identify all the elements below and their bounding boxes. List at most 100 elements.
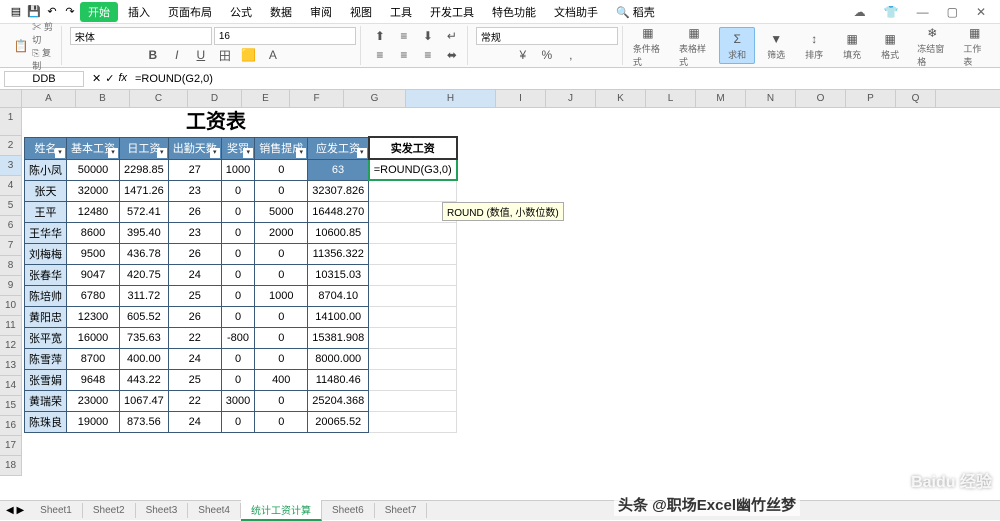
border-icon[interactable]: 田	[214, 46, 236, 64]
cell[interactable]: 26	[168, 201, 221, 222]
cell[interactable]: =ROUND(G3,0)	[369, 159, 457, 180]
sheet-tab[interactable]: Sheet6	[322, 503, 375, 518]
cell[interactable]: 3000	[221, 390, 254, 411]
cell[interactable]: 12480	[67, 201, 120, 222]
cell[interactable]: 16000	[67, 327, 120, 348]
fill-color-icon[interactable]: 🟨	[238, 46, 260, 64]
cell[interactable]: 605.52	[120, 306, 169, 327]
cell[interactable]: 0	[221, 243, 254, 264]
cell[interactable]: 420.75	[120, 264, 169, 285]
cell[interactable]: 0	[255, 327, 308, 348]
table-header[interactable]: 奖罚▾	[221, 137, 254, 159]
cell[interactable]	[369, 264, 457, 285]
table-style-button[interactable]: ▦表格样式	[673, 22, 715, 70]
cell[interactable]: 2298.85	[120, 159, 169, 180]
cell[interactable]: 王平	[25, 201, 67, 222]
cell[interactable]: 11356.322	[308, 243, 369, 264]
align-mid-icon[interactable]: ≡	[393, 27, 415, 45]
filter-icon[interactable]: ▾	[108, 148, 118, 158]
cell[interactable]: 1000	[255, 285, 308, 306]
cell[interactable]: 1471.26	[120, 180, 169, 201]
col-header-J[interactable]: J	[546, 90, 596, 107]
cell[interactable]: 311.72	[120, 285, 169, 306]
col-header-G[interactable]: G	[344, 90, 406, 107]
cell[interactable]: 张天	[25, 180, 67, 201]
font-family-select[interactable]	[70, 27, 212, 45]
cell[interactable]	[369, 369, 457, 390]
menu-insert[interactable]: 插入	[120, 2, 158, 22]
table-header[interactable]: 姓名▾	[25, 137, 67, 159]
cell[interactable]	[369, 180, 457, 201]
cell[interactable]: 20065.52	[308, 411, 369, 432]
col-header-M[interactable]: M	[696, 90, 746, 107]
cell[interactable]: 刘梅梅	[25, 243, 67, 264]
row-header-5[interactable]: 5	[0, 196, 21, 216]
row-header-3[interactable]: 3	[0, 156, 21, 176]
menu-review[interactable]: 审阅	[302, 2, 340, 22]
worksheet-button[interactable]: ▦工作表	[957, 22, 992, 70]
cell[interactable]: 25	[168, 369, 221, 390]
menu-view[interactable]: 视图	[342, 2, 380, 22]
align-right-icon[interactable]: ≡	[417, 46, 439, 64]
cell[interactable]: 陈雪萍	[25, 348, 67, 369]
cell[interactable]: 10315.03	[308, 264, 369, 285]
cell[interactable]: 张平宽	[25, 327, 67, 348]
redo-icon[interactable]: ↷	[62, 4, 78, 20]
cell[interactable]: 22	[168, 327, 221, 348]
copy-button[interactable]: ⎘ 复制	[32, 46, 57, 72]
col-header-N[interactable]: N	[746, 90, 796, 107]
fill-button[interactable]: ▦填充	[835, 28, 869, 63]
cell[interactable]: 5000	[255, 201, 308, 222]
cell[interactable]: 8700	[67, 348, 120, 369]
cloud-icon[interactable]: ☁	[848, 3, 872, 21]
menu-doc[interactable]: 文档助手	[546, 2, 606, 22]
cell[interactable]: 黄瑞荣	[25, 390, 67, 411]
cell[interactable]: 443.22	[120, 369, 169, 390]
tab-nav[interactable]: ◀ ▶	[0, 505, 30, 516]
cell[interactable]: 12300	[67, 306, 120, 327]
filter-icon[interactable]: ▾	[243, 148, 253, 158]
grid[interactable]: ABCDEFGHIJKLMNOPQ 工资表 姓名▾基本工资▾日工资▾出勤天数▾奖…	[22, 90, 1000, 492]
table-header[interactable]: 日工资▾	[120, 137, 169, 159]
row-header-7[interactable]: 7	[0, 236, 21, 256]
cell[interactable]: 9047	[67, 264, 120, 285]
table-header[interactable]: 基本工资▾	[67, 137, 120, 159]
number-format-select[interactable]	[476, 27, 618, 45]
row-header-2[interactable]: 2	[0, 136, 21, 156]
row-header-6[interactable]: 6	[0, 216, 21, 236]
cell[interactable]: 14100.00	[308, 306, 369, 327]
row-header-9[interactable]: 9	[0, 276, 21, 296]
cell[interactable]: 0	[221, 201, 254, 222]
cell[interactable]: -800	[221, 327, 254, 348]
row-header-10[interactable]: 10	[0, 296, 21, 316]
cell[interactable]: 32000	[67, 180, 120, 201]
cell[interactable]: 8704.10	[308, 285, 369, 306]
cut-button[interactable]: ✂ 剪切	[32, 20, 57, 46]
cell[interactable]: 400.00	[120, 348, 169, 369]
col-header-I[interactable]: I	[496, 90, 546, 107]
skin-icon[interactable]: 👕	[878, 3, 905, 21]
cell[interactable]: 0	[255, 348, 308, 369]
cell[interactable]: 8000.000	[308, 348, 369, 369]
align-left-icon[interactable]: ≡	[369, 46, 391, 64]
cell[interactable]: 张春华	[25, 264, 67, 285]
font-color-icon[interactable]: A	[262, 46, 284, 64]
cell[interactable]: 0	[221, 306, 254, 327]
row-header-14[interactable]: 14	[0, 376, 21, 396]
accept-formula-icon[interactable]: ✓	[105, 72, 114, 85]
align-center-icon[interactable]: ≡	[393, 46, 415, 64]
currency-icon[interactable]: ¥	[512, 46, 534, 64]
cell[interactable]: 19000	[67, 411, 120, 432]
cell[interactable]: 2000	[255, 222, 308, 243]
col-header-D[interactable]: D	[188, 90, 242, 107]
cell[interactable]: 32307.826	[308, 180, 369, 201]
cell[interactable]: 24	[168, 264, 221, 285]
cell[interactable]: 873.56	[120, 411, 169, 432]
bold-icon[interactable]: B	[142, 46, 164, 64]
filter-icon[interactable]: ▾	[296, 148, 306, 158]
underline-icon[interactable]: U	[190, 46, 212, 64]
cell[interactable]: 0	[255, 264, 308, 285]
cell[interactable]	[369, 327, 457, 348]
cell[interactable]	[369, 348, 457, 369]
cell[interactable]: 25	[168, 285, 221, 306]
